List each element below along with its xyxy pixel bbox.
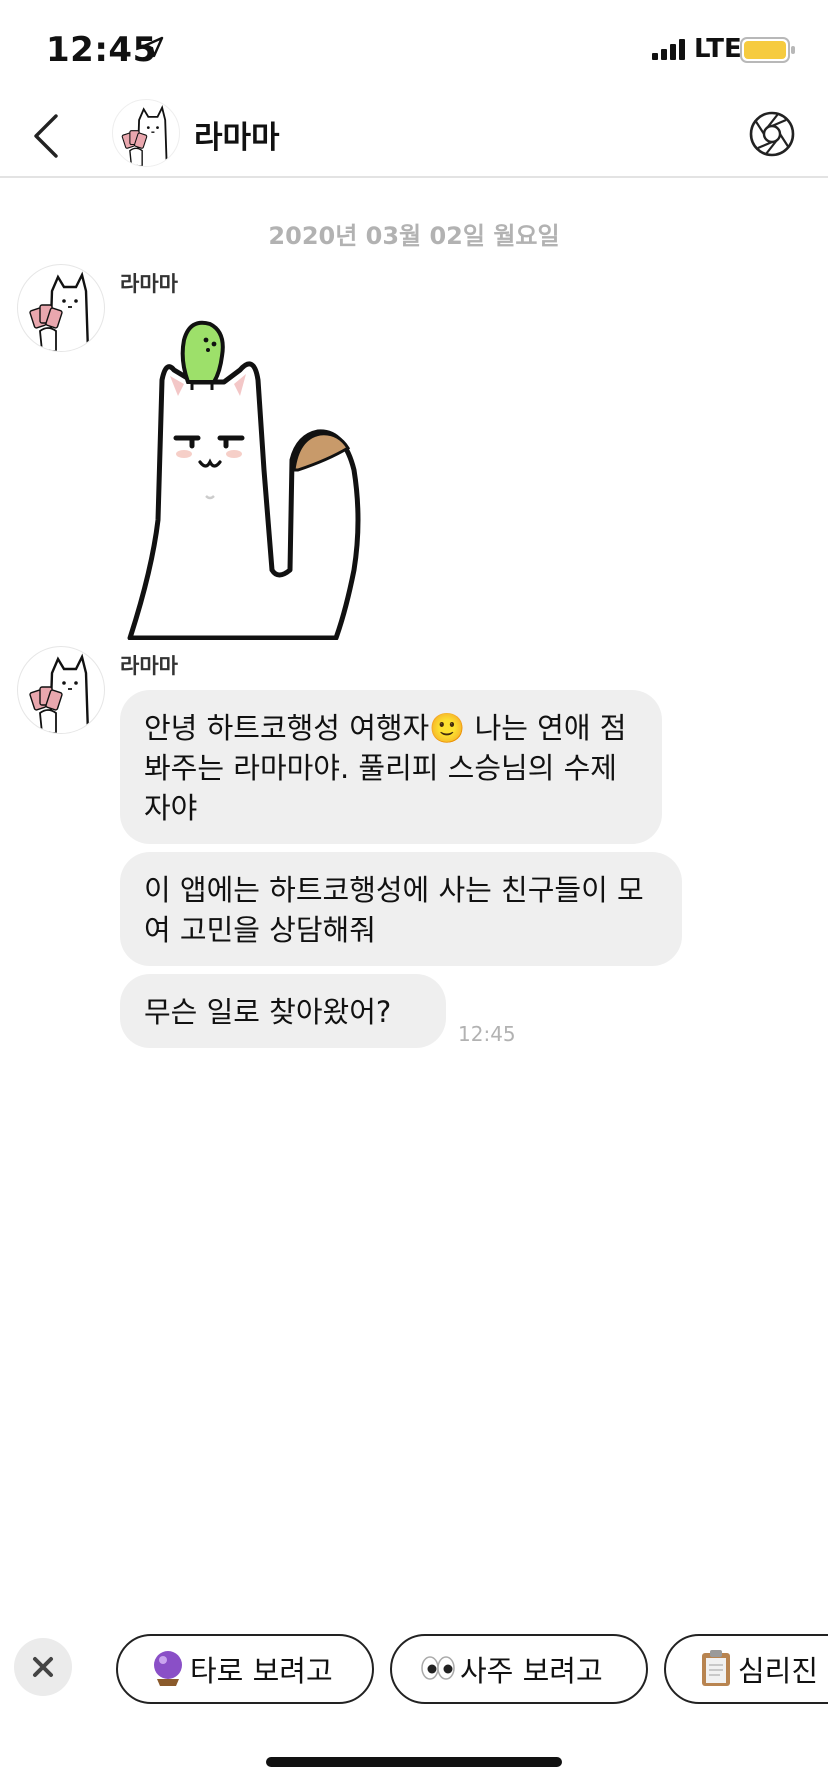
sender-avatar[interactable] xyxy=(17,646,105,734)
crystal-ball-icon xyxy=(154,1651,182,1686)
chat-header: 라마마 xyxy=(0,96,828,178)
message-bubble[interactable]: 무슨 일로 찾아왔어? xyxy=(120,974,446,1048)
sender-avatar[interactable] xyxy=(17,264,105,352)
chip-label: 타로 보려고 xyxy=(190,1654,333,1688)
quick-reply-psych[interactable]: 심리진 xyxy=(664,1634,828,1704)
chip-label: 사주 보려고 xyxy=(460,1654,603,1688)
back-button[interactable] xyxy=(26,110,70,162)
message-time: 12:45 xyxy=(458,1022,516,1046)
header-title: 라마마 xyxy=(194,120,280,156)
cat-avatar-icon xyxy=(121,105,168,166)
message-bubble[interactable]: 안녕 하트코행성 여행자🙂 나는 연애 점 봐주는 라마마야. 풀리피 스승님의… xyxy=(120,690,662,844)
cat-with-leaf-sticker[interactable] xyxy=(122,320,422,640)
signal-icon xyxy=(652,39,685,60)
status-bar: 12:45 LTE xyxy=(0,0,828,96)
message-bubble[interactable]: 이 앱에는 하트코행성에 사는 친구들이 모여 고민을 상담해줘 xyxy=(120,852,682,966)
close-icon xyxy=(33,1657,53,1677)
camera-shutter-icon[interactable] xyxy=(748,110,796,158)
header-avatar[interactable] xyxy=(112,99,180,167)
cat-avatar-icon xyxy=(29,653,90,733)
home-indicator[interactable] xyxy=(266,1757,562,1767)
sender-name: 라마마 xyxy=(120,272,178,296)
cat-avatar-icon xyxy=(29,271,90,351)
sender-name: 라마마 xyxy=(120,654,178,678)
eyes-icon xyxy=(421,1656,455,1680)
date-divider: 2020년 03월 02일 월요일 xyxy=(268,222,560,250)
location-arrow-icon xyxy=(142,36,164,58)
quick-reply-tarot[interactable]: 타로 보려고 xyxy=(116,1634,374,1704)
battery-icon xyxy=(740,37,795,63)
quick-reply-saju[interactable]: 사주 보려고 xyxy=(390,1634,648,1704)
quick-reply-bar: 타로 보려고 사주 보려고 심리진 xyxy=(0,1616,828,1722)
status-time: 12:45 xyxy=(46,30,157,70)
network-label: LTE xyxy=(694,34,742,64)
close-button[interactable] xyxy=(14,1638,72,1696)
clipboard-icon xyxy=(702,1650,730,1686)
chip-label: 심리진 xyxy=(738,1654,819,1688)
